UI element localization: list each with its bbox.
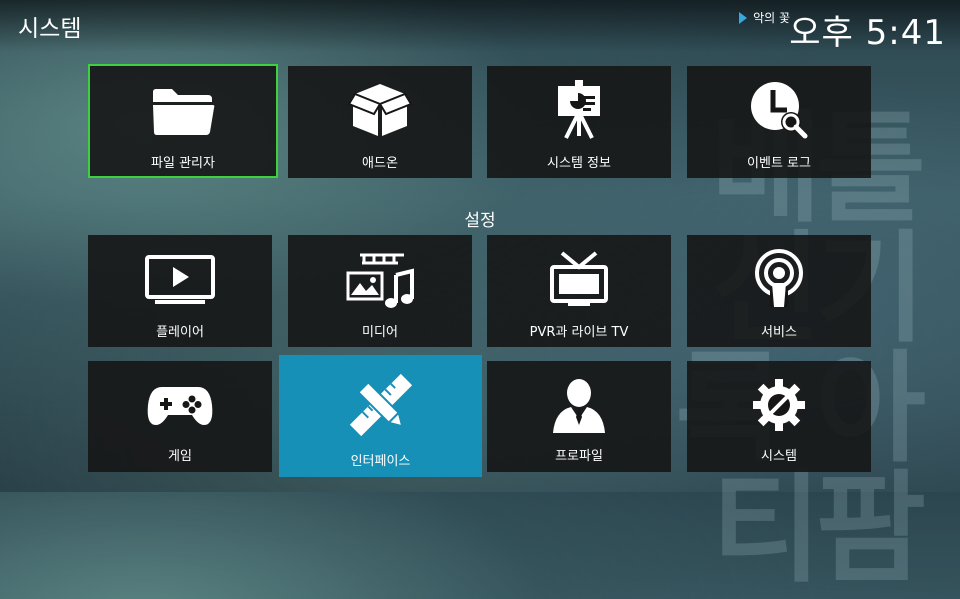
clock-search-icon: [751, 82, 808, 139]
background-watermark-text: 배틀 신기록 아티팜: [675, 110, 926, 599]
tile-services[interactable]: 서비스: [687, 235, 871, 347]
gear-tools-icon: [753, 379, 805, 431]
tile-label: 인터페이스: [350, 454, 411, 469]
tile-event-log[interactable]: 이벤트 로그: [687, 66, 871, 178]
tile-label: 파일 관리자: [151, 156, 215, 171]
addon-box-icon: [347, 84, 413, 136]
podcast-broadcast-icon: [755, 249, 803, 307]
tile-media[interactable]: 미디어: [288, 235, 472, 347]
tile-system[interactable]: 시스템: [687, 361, 871, 472]
page-title: 시스템: [18, 16, 82, 42]
tile-label: 이벤트 로그: [747, 156, 811, 171]
tile-label: 서비스: [761, 325, 797, 340]
tile-interface[interactable]: 인터페이스: [279, 355, 482, 477]
tile-label: PVR과 라이브 TV: [529, 325, 629, 340]
pencil-ruler-icon: [349, 373, 412, 437]
now-playing-title: 악의 꽃: [753, 11, 790, 25]
tv-antenna-icon: [550, 251, 608, 306]
gamepad-icon: [147, 387, 213, 425]
tile-label: 플레이어: [156, 325, 204, 340]
tile-label: 프로파일: [555, 449, 603, 464]
tile-file-manager[interactable]: 파일 관리자: [88, 64, 278, 178]
tile-system-info[interactable]: 시스템 정보: [487, 66, 671, 178]
folder-icon: [153, 89, 215, 135]
tile-label: 게임: [168, 449, 192, 464]
tile-addons[interactable]: 애드온: [288, 66, 472, 178]
tile-label: 시스템 정보: [547, 156, 611, 171]
tile-games[interactable]: 게임: [88, 361, 272, 472]
top-bar: 시스템 악의 꽃 오후 5:41: [0, 0, 960, 53]
tile-label: 애드온: [362, 156, 398, 171]
tile-profiles[interactable]: 프로파일: [487, 361, 671, 472]
now-playing[interactable]: 악의 꽃: [739, 9, 790, 26]
media-library-icon: [346, 253, 414, 308]
tile-label: 미디어: [362, 325, 398, 340]
presentation-board-icon: [558, 80, 600, 139]
tile-label: 시스템: [761, 449, 797, 464]
monitor-play-icon: [145, 255, 215, 304]
tile-pvr-live-tv[interactable]: PVR과 라이브 TV: [487, 235, 671, 347]
play-icon: [739, 11, 748, 24]
user-profile-icon: [553, 379, 605, 433]
settings-section-title: 설정: [464, 211, 496, 231]
tile-player[interactable]: 플레이어: [88, 235, 272, 347]
clock: 오후 5:41: [789, 13, 946, 53]
